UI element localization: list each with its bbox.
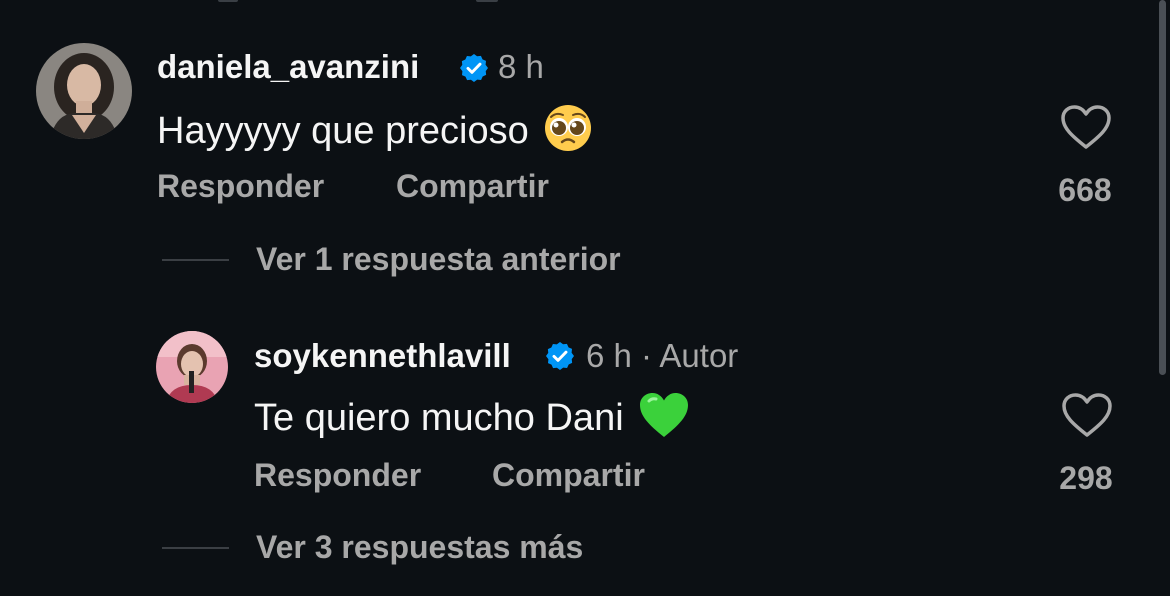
comment-timestamp: 8 h — [498, 48, 544, 85]
reply-text-content: Te quiero mucho Dani — [254, 397, 624, 440]
thread-divider-line — [162, 259, 229, 261]
like-count: 298 — [1059, 460, 1113, 496]
like-count: 668 — [1058, 172, 1112, 208]
thread-divider-line — [162, 547, 229, 549]
share-button[interactable]: Compartir — [492, 457, 645, 494]
share-button[interactable]: Compartir — [396, 168, 549, 205]
comment-text-content: Hayyyyy que precioso — [157, 110, 529, 153]
avatar-image — [36, 43, 132, 139]
like-heart-icon[interactable] — [1060, 104, 1112, 150]
reply-meta: 6 h · Autor — [586, 337, 738, 375]
verified-badge-icon — [546, 342, 574, 370]
view-more-replies-button[interactable]: Ver 3 respuestas más — [256, 529, 583, 566]
reply-timestamp: 6 h — [586, 337, 632, 374]
comment-username[interactable]: daniela_avanzini — [157, 48, 419, 86]
verified-badge-icon — [460, 54, 488, 82]
comment-text: Hayyyyy que precioso — [157, 103, 593, 163]
pleading-face-emoji-icon — [543, 103, 593, 163]
reply-text: Te quiero mucho Dani — [254, 391, 690, 449]
avatar[interactable] — [156, 331, 228, 403]
reply-button[interactable]: Responder — [157, 168, 324, 205]
like-heart-icon[interactable] — [1061, 392, 1113, 438]
previous-comment-fragment — [0, 0, 1170, 6]
green-heart-emoji-icon — [638, 391, 690, 449]
view-previous-replies-button[interactable]: Ver 1 respuesta anterior — [256, 241, 621, 278]
reply-username[interactable]: soykennethlavill — [254, 337, 511, 375]
reply-button[interactable]: Responder — [254, 457, 421, 494]
avatar[interactable] — [36, 43, 132, 139]
scrollbar[interactable] — [1159, 0, 1166, 375]
author-tag: Autor — [659, 337, 739, 374]
meta-separator: · — [641, 337, 653, 374]
avatar-image — [156, 331, 228, 403]
